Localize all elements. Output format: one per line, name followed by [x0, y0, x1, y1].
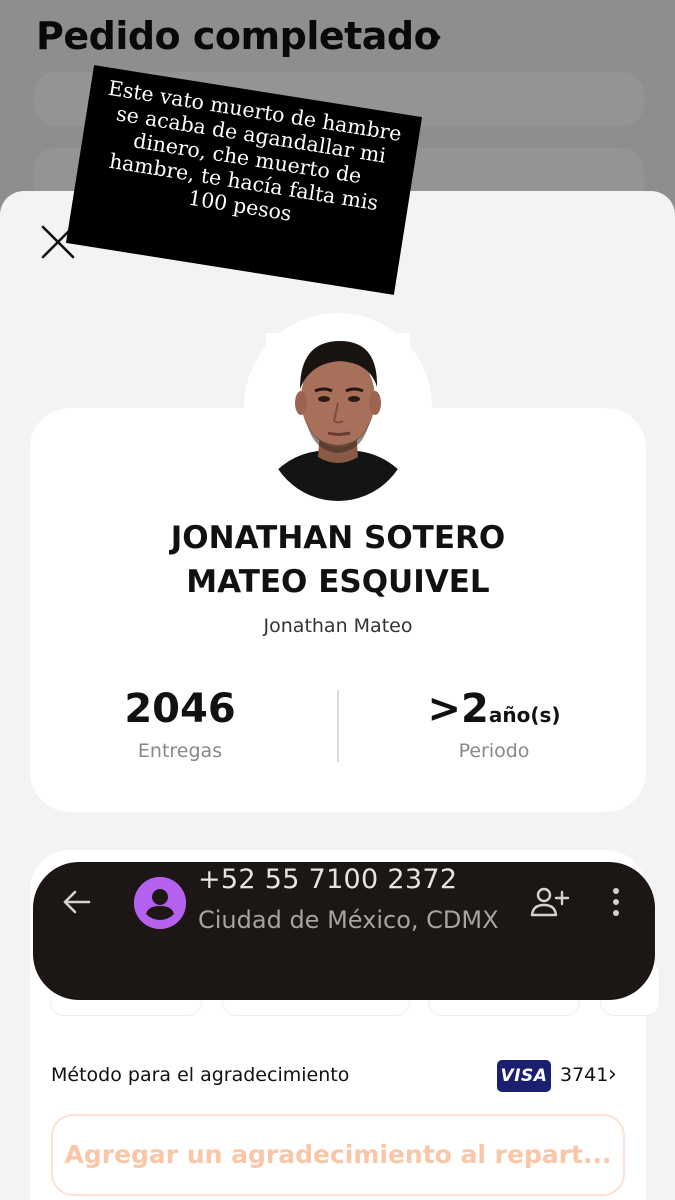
period-prefix: >2 [427, 686, 489, 732]
add-tip-button[interactable]: Agregar un agradecimiento al repart... [51, 1114, 625, 1196]
courier-full-name: JONATHAN SOTERO MATEO ESQUIVEL [30, 516, 646, 604]
visa-logo[interactable]: VISA [497, 1060, 551, 1092]
contact-phone-number[interactable]: +52 55 7100 2372 [198, 864, 457, 895]
more-vertical-icon[interactable] [600, 884, 632, 920]
contact-location: Ciudad de México, CDMX [198, 906, 499, 934]
card-last-digits[interactable]: 3741 [560, 1064, 608, 1086]
courier-name-line-1: JONATHAN SOTERO [170, 520, 506, 556]
courier-name-line-2: MATEO ESQUIVEL [186, 564, 490, 600]
back-arrow-icon[interactable] [61, 886, 93, 918]
period-value: >2año(s) [404, 686, 584, 732]
courier-avatar [266, 333, 410, 501]
courier-nickname: Jonathan Mateo [263, 615, 413, 637]
deliveries-count: 2046 [124, 686, 236, 732]
add-contact-icon[interactable] [530, 886, 570, 918]
chevron-right-icon[interactable]: › [608, 1062, 617, 1087]
period-unit: año(s) [488, 703, 561, 727]
stats-divider [337, 690, 339, 762]
contact-avatar-icon [134, 877, 186, 929]
tip-method-label: Método para el agradecimiento [51, 1064, 350, 1086]
deliveries-label: Entregas [137, 740, 223, 762]
period-label: Periodo [458, 740, 530, 762]
